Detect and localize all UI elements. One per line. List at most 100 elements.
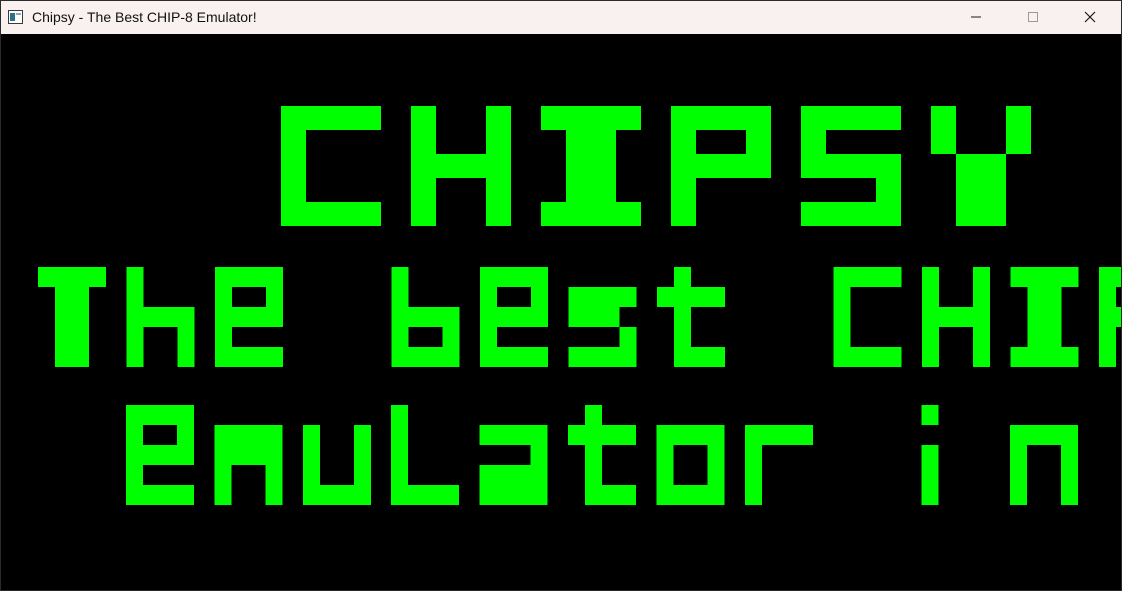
display-pixel	[690, 485, 708, 505]
display-pixel	[214, 287, 232, 307]
display-pixel	[673, 327, 691, 347]
display-pixel	[921, 405, 939, 425]
display-pixel	[231, 267, 249, 287]
display-pixel	[177, 445, 194, 465]
display-pixel	[973, 307, 990, 327]
display-pixel	[353, 425, 371, 445]
display-pixel	[281, 106, 306, 130]
display-pixel	[1010, 347, 1028, 367]
chip8-display: CHIPSY The best CHIP-8 emulator in C	[1, 34, 1121, 590]
display-pixel	[391, 327, 409, 347]
display-pixel	[72, 347, 89, 367]
display-pixel	[1027, 347, 1045, 367]
display-pixel	[566, 130, 591, 154]
display-pixel	[497, 347, 514, 367]
display-pixel	[496, 425, 514, 445]
display-pixel	[248, 425, 266, 445]
display-pixel	[707, 485, 725, 505]
display-pixel	[921, 485, 939, 505]
display-pixel	[746, 154, 771, 178]
display-pixel	[585, 425, 602, 445]
display-pixel	[671, 130, 696, 154]
display-pixel	[177, 425, 194, 445]
display-pixel	[214, 425, 232, 445]
display-pixel	[981, 178, 1006, 202]
display-pixel	[265, 465, 283, 485]
title-bar[interactable]: Chipsy - The Best CHIP-8 Emulator!	[1, 1, 1121, 34]
display-pixel	[353, 445, 371, 465]
display-pixel	[591, 178, 616, 202]
display-pixel	[143, 485, 160, 505]
display-pixel	[496, 465, 514, 485]
display-pixel	[514, 307, 531, 327]
display-pixel	[72, 327, 89, 347]
display-pixel	[353, 465, 371, 485]
display-pixel	[956, 154, 981, 178]
display-pixel	[248, 445, 266, 465]
display-pixel	[231, 425, 249, 445]
minimize-button[interactable]	[953, 1, 999, 34]
display-pixel	[408, 307, 426, 327]
display-pixel	[602, 485, 619, 505]
display-pixel	[833, 327, 851, 347]
display-pixel	[480, 307, 497, 327]
display-pixel	[867, 267, 885, 287]
display-pixel	[425, 307, 443, 327]
display-pixel	[391, 267, 409, 287]
display-pixel	[619, 425, 636, 445]
display-pixel	[126, 327, 144, 347]
display-pixel	[281, 202, 306, 226]
display-pixel	[302, 425, 320, 445]
display-pixel	[568, 307, 586, 327]
display-pixel	[931, 106, 956, 130]
display-pixel	[566, 154, 591, 178]
display-pixel	[486, 154, 511, 178]
display-pixel	[411, 130, 436, 154]
display-pixel	[126, 307, 144, 327]
display-pixel	[1061, 445, 1078, 465]
maximize-icon	[1027, 8, 1039, 27]
display-pixel	[391, 347, 409, 367]
display-pixel	[231, 347, 249, 367]
display-pixel	[143, 445, 160, 465]
display-pixel	[265, 425, 283, 445]
display-pixel	[530, 445, 548, 465]
display-pixel	[336, 485, 354, 505]
display-pixel	[585, 405, 602, 425]
display-pixel	[826, 154, 851, 178]
display-pixel	[531, 267, 548, 287]
display-pixel	[531, 307, 548, 327]
display-pixel	[530, 485, 548, 505]
display-pixel	[391, 485, 409, 505]
maximize-button[interactable]	[1010, 1, 1056, 34]
display-pixel	[690, 347, 708, 367]
display-pixel	[497, 267, 514, 287]
close-button[interactable]	[1067, 1, 1113, 34]
display-pixel	[1098, 347, 1116, 367]
display-pixel	[1061, 485, 1078, 505]
display-pixel	[541, 106, 566, 130]
display-pixel	[591, 154, 616, 178]
display-pixel	[707, 347, 725, 367]
display-pixel	[126, 465, 143, 485]
display-pixel	[1044, 347, 1062, 367]
display-pixel	[778, 425, 796, 445]
display-pixel	[956, 178, 981, 202]
display-pixel	[497, 307, 514, 327]
display-pixel	[591, 130, 616, 154]
display-pixel	[480, 267, 497, 287]
display-pixel	[126, 267, 144, 287]
display-pixel	[72, 267, 89, 287]
display-pixel	[1010, 445, 1027, 465]
display-pixel	[281, 178, 306, 202]
display-pixel	[922, 307, 939, 327]
display-pixel	[214, 307, 232, 327]
display-pixel	[744, 445, 762, 465]
display-pixel	[850, 267, 868, 287]
display-pixel	[1027, 267, 1045, 287]
display-pixel	[391, 287, 409, 307]
display-pixel	[585, 465, 602, 485]
display-pixel	[566, 106, 591, 130]
display-pixel	[1098, 307, 1116, 327]
display-pixel	[833, 347, 851, 367]
